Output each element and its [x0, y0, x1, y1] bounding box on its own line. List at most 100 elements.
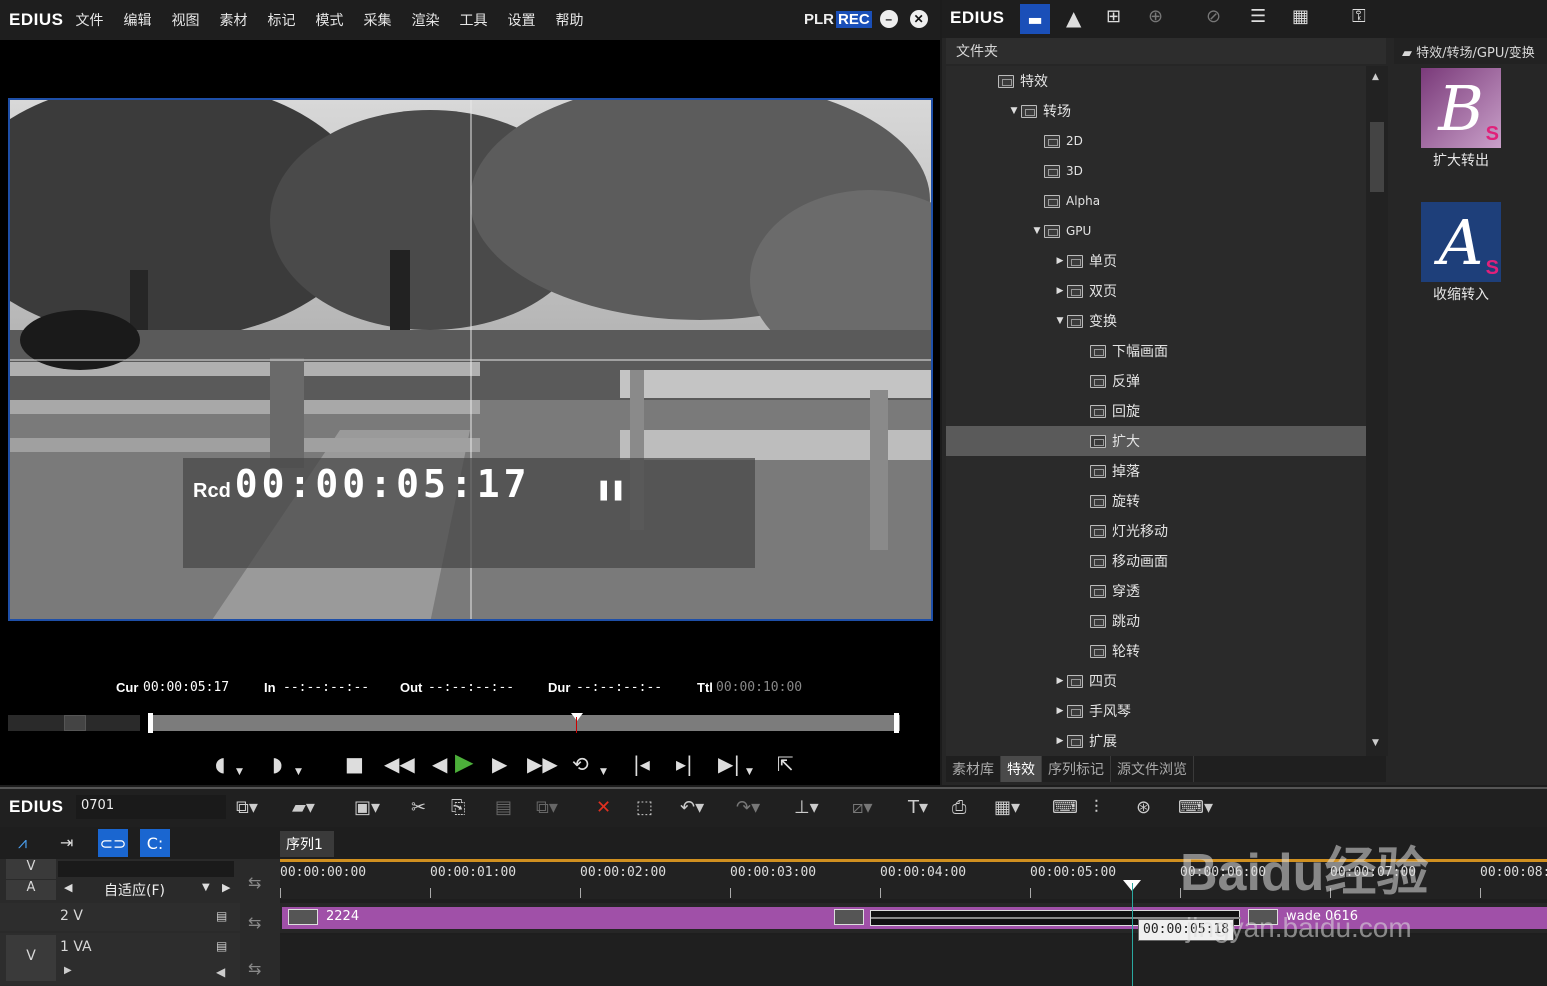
tree-scrollbar[interactable]: ▲ ▼	[1366, 66, 1388, 756]
menu-tools[interactable]: 工具	[459, 10, 487, 30]
tree-item[interactable]: 特效	[946, 66, 1366, 96]
tree-item[interactable]: 跳动	[946, 606, 1366, 636]
menu-help[interactable]: 帮助	[555, 10, 583, 30]
tree-item[interactable]: ▶ 单页	[946, 246, 1366, 276]
ripple-delete-icon[interactable]: ⬚	[636, 797, 653, 818]
redo-icon[interactable]: ↷▾	[736, 797, 760, 818]
grid-view-icon[interactable]: ▦	[1292, 6, 1309, 27]
menu-file[interactable]: 文件	[75, 10, 103, 30]
expand-arrow-icon[interactable]: ▶	[1053, 256, 1067, 266]
scroll-down-icon[interactable]: ▼	[1372, 738, 1379, 748]
scroll-up-icon[interactable]: ▲	[1372, 72, 1379, 82]
voiceover-icon[interactable]: ⎙	[952, 797, 966, 818]
menu-capture[interactable]: 采集	[363, 10, 391, 30]
set-in-icon[interactable]: ◖	[215, 754, 226, 774]
menu-view[interactable]: 视图	[171, 10, 199, 30]
track-header-2v[interactable]: 2 V ▤	[0, 903, 240, 931]
sync-lock-icon[interactable]: ⊂⊃	[98, 829, 128, 857]
effect-thumb-shrink-in[interactable]: A S	[1421, 202, 1501, 282]
expand-icon[interactable]: ▶	[64, 965, 72, 976]
tree-item[interactable]: 扩大	[946, 426, 1366, 456]
project-name[interactable]: 0701	[76, 795, 226, 819]
tree-item[interactable]: 2D	[946, 126, 1366, 156]
expand-arrow-icon[interactable]: ▶	[1053, 706, 1067, 716]
menu-edit[interactable]: 编辑	[123, 10, 151, 30]
step-back-icon[interactable]: ◀	[432, 754, 447, 774]
list-view-icon[interactable]: ☰	[1250, 6, 1266, 27]
tree-item[interactable]: 下幅画面	[946, 336, 1366, 366]
tree-item[interactable]: ▶ 手风琴	[946, 696, 1366, 726]
menu-mode[interactable]: 模式	[315, 10, 343, 30]
tree-item[interactable]: 轮转	[946, 636, 1366, 666]
timeline-cursor[interactable]	[1132, 883, 1133, 986]
insert-icon[interactable]: ▶|	[718, 754, 740, 774]
stop-icon[interactable]: ■	[345, 754, 364, 774]
patch-field[interactable]	[58, 861, 234, 877]
speaker-icon[interactable]: ◀	[216, 965, 225, 979]
v-patch-label[interactable]: V	[6, 935, 56, 981]
tab-sequence-markers[interactable]: 序列标记	[1042, 756, 1111, 782]
tree-item[interactable]: 反弹	[946, 366, 1366, 396]
marker-icon[interactable]: ⊥▾	[794, 797, 819, 818]
minimize-icon[interactable]: –	[879, 10, 898, 28]
add-folder-icon[interactable]: ⊞	[1106, 6, 1121, 27]
layout-icon[interactable]: ⊛	[1136, 797, 1151, 818]
tree-item[interactable]: 旋转	[946, 486, 1366, 516]
fit-prev-icon[interactable]: ◀	[64, 881, 72, 894]
delete-icon[interactable]: ⊘	[1206, 6, 1221, 27]
keyboard-icon[interactable]: ⌨	[1052, 797, 1078, 818]
expand-arrow-icon[interactable]: ▼	[1053, 316, 1067, 326]
loop-icon[interactable]: ⟲	[572, 754, 589, 774]
delete-clip-icon[interactable]: ✕	[596, 797, 611, 818]
tree-item[interactable]: 移动画面	[946, 546, 1366, 576]
a-patch-label[interactable]: A	[6, 880, 56, 900]
film-icon[interactable]: ▤	[216, 939, 227, 953]
up-icon[interactable]: ▲	[1066, 6, 1081, 30]
tree-item[interactable]: ▶ 双页	[946, 276, 1366, 306]
settings-grid-icon[interactable]: ⌨▾	[1178, 797, 1213, 818]
menu-render[interactable]: 渲染	[411, 10, 439, 30]
title-icon[interactable]: T▾	[908, 797, 928, 818]
trim-icon[interactable]: ⧄▾	[852, 797, 872, 818]
save-icon[interactable]: ▣▾	[354, 797, 380, 818]
rewind-icon[interactable]: ◀◀	[384, 754, 415, 774]
tab-effects[interactable]: 特效	[1001, 756, 1042, 782]
scroll-thumb[interactable]	[1370, 122, 1384, 192]
film-icon[interactable]: ▤	[216, 909, 227, 923]
playhead-marker[interactable]	[570, 713, 583, 733]
set-out-icon[interactable]: ◗	[272, 754, 283, 774]
tree-item[interactable]: ▼ 转场	[946, 96, 1366, 126]
tree-item[interactable]: ▶ 四页	[946, 666, 1366, 696]
set-out-dropdown-icon[interactable]: ▼	[295, 762, 302, 782]
sync-icon[interactable]: ⇆	[248, 959, 261, 978]
tree-item[interactable]: 穿透	[946, 576, 1366, 606]
tab-sequence[interactable]: 序列1	[280, 831, 334, 857]
lock-icon[interactable]: ⚿	[1352, 6, 1366, 27]
expand-arrow-icon[interactable]: ▶	[1053, 736, 1067, 746]
go-to-in-icon[interactable]: |◂	[633, 754, 650, 774]
in-handle[interactable]	[148, 713, 153, 733]
out-handle[interactable]	[894, 713, 899, 733]
menu-marker[interactable]: 标记	[267, 10, 295, 30]
menu-clip[interactable]: 素材	[219, 10, 247, 30]
render-icon[interactable]: ▦▾	[994, 797, 1020, 818]
mixer-icon[interactable]: ⫶	[1094, 797, 1099, 818]
tree-item[interactable]: ▼ 变换	[946, 306, 1366, 336]
effect-thumb-expand-out[interactable]: B S	[1421, 68, 1501, 148]
close-icon[interactable]: ✕	[909, 10, 928, 28]
tree-item[interactable]: 掉落	[946, 456, 1366, 486]
paste-icon[interactable]: ▤	[495, 797, 512, 818]
go-to-out-icon[interactable]: ▸|	[676, 754, 693, 774]
undo-icon[interactable]: ↶▾	[680, 797, 704, 818]
tree-item[interactable]: 灯光移动	[946, 516, 1366, 546]
mode-icon[interactable]: ⩘	[18, 833, 27, 853]
paste-insert-icon[interactable]: ⧉▾	[536, 797, 558, 818]
sync-icon[interactable]: ⇆	[248, 913, 261, 932]
fit-dropdown-icon[interactable]: ▼	[202, 882, 210, 893]
tree-item[interactable]: 3D	[946, 156, 1366, 186]
set-in-dropdown-icon[interactable]: ▼	[236, 762, 243, 782]
shuttle-handle[interactable]	[64, 715, 86, 731]
expand-arrow-icon[interactable]: ▶	[1053, 676, 1067, 686]
position-bar[interactable]	[148, 715, 900, 731]
copy-icon[interactable]: ⎘	[451, 797, 465, 818]
